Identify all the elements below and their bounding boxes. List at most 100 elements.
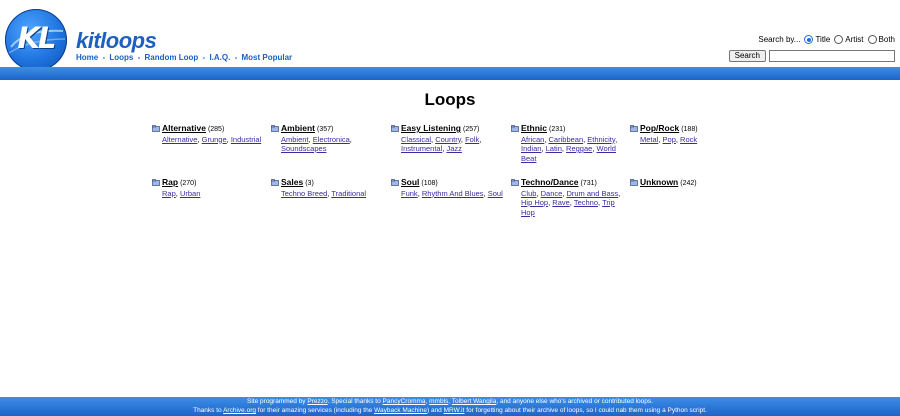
radio-title[interactable] [804, 35, 814, 44]
footer-thanks-line: Thanks to Archive.org for their amazing … [0, 406, 900, 415]
search-by-options: Search by... Title Artist Both [758, 35, 895, 44]
subgenre-link[interactable]: Ambient [281, 135, 309, 144]
subgenre-link[interactable]: Drum and Bass [566, 189, 618, 198]
subgenre-link[interactable]: Folk [465, 135, 479, 144]
folder-icon [271, 179, 279, 186]
subgenre-list: Metal, Pop, Rock [640, 134, 698, 144]
footer-text: . Special thanks to [327, 398, 383, 405]
kitloops-logo[interactable]: KL [5, 9, 67, 71]
folder-icon [152, 125, 160, 132]
subgenre-link[interactable]: Caribbean [549, 135, 584, 144]
category-heading: Soul (108) [391, 177, 503, 189]
category-link[interactable]: Pop/Rock [640, 123, 679, 133]
subgenre-list: Alternative, Grunge, Industrial [162, 134, 262, 144]
subgenre-link[interactable]: African [521, 135, 544, 144]
subgenre-link[interactable]: Rhythm And Blues [422, 189, 484, 198]
subgenre-link[interactable]: Alternative [162, 135, 197, 144]
subgenre-link[interactable]: Electronica [313, 135, 350, 144]
category-block: Pop/Rock (188) Metal, Pop, Rock [630, 123, 742, 144]
subgenre-link[interactable]: Country [435, 135, 461, 144]
category-link[interactable]: Techno/Dance [521, 177, 578, 187]
category-link[interactable]: Sales [281, 177, 303, 187]
category-block: Ethnic (231) African, Caribbean, Ethnicity… [511, 123, 623, 163]
site-header: KL kitloops Home - Loops - Random Loop -… [0, 0, 900, 82]
subgenre-link[interactable]: Pop [663, 135, 676, 144]
footer-credits-line: Site programmed by Prezzo. Special thank… [0, 397, 900, 406]
footer-link-mmbls[interactable]: mmbls [429, 398, 448, 405]
category-count: (285) [207, 126, 225, 133]
footer-link-prezzo[interactable]: Prezzo [307, 398, 327, 405]
category-heading: Ethnic (231) [511, 123, 623, 135]
category-heading: Ambient (357) [271, 123, 383, 135]
category-link[interactable]: Ambient [281, 123, 315, 133]
search-input[interactable] [769, 50, 895, 62]
nav-home[interactable]: Home [76, 53, 98, 62]
subgenre-link[interactable]: Funk [401, 189, 418, 198]
folder-icon [630, 179, 638, 186]
subgenre-link[interactable]: Soundscapes [281, 144, 326, 153]
footer-link-tolbert-wangila[interactable]: Tolbert Wangila [452, 398, 497, 405]
subgenre-link[interactable]: Industrial [231, 135, 261, 144]
nav-most-popular[interactable]: Most Popular [241, 53, 292, 62]
subgenre-link[interactable]: Reggae [566, 144, 592, 153]
category-link[interactable]: Soul [401, 177, 419, 187]
subgenre-link[interactable]: Dance [541, 189, 563, 198]
category-block: Rap (270) Rap, Urban [152, 177, 264, 198]
main-nav: Home - Loops - Random Loop - I.A.Q. - Mo… [76, 53, 292, 62]
folder-icon [391, 179, 399, 186]
subgenre-link[interactable]: Techno Breed [281, 189, 327, 198]
footer-link-wayback-machine[interactable]: Wayback Machine [374, 407, 427, 414]
subgenre-link[interactable]: Latin [546, 144, 562, 153]
category-heading: Techno/Dance (731) [511, 177, 623, 189]
category-link[interactable]: Alternative [162, 123, 206, 133]
search-button[interactable]: Search [728, 50, 766, 62]
radio-title-label: Title [815, 35, 831, 44]
subgenre-link[interactable]: Ethnicity [587, 135, 615, 144]
folder-icon [511, 125, 519, 132]
nav-loops[interactable]: Loops [109, 53, 133, 62]
subgenre-link[interactable]: Indian [521, 144, 541, 153]
radio-artist[interactable] [834, 35, 844, 44]
subgenre-link[interactable]: Rave [552, 198, 570, 207]
category-heading: Pop/Rock (188) [630, 123, 742, 135]
subgenre-link[interactable]: Urban [180, 189, 200, 198]
category-count: (242) [680, 180, 697, 187]
category-count: (188) [681, 126, 698, 133]
subgenre-link[interactable]: Instrumental [401, 144, 442, 153]
nav-random-loop[interactable]: Random Loop [145, 53, 199, 62]
subgenre-link[interactable]: Metal [640, 135, 658, 144]
site-name[interactable]: kitloops [76, 28, 157, 54]
category-link[interactable]: Rap [162, 177, 178, 187]
radio-both[interactable] [867, 35, 877, 44]
folder-icon [630, 125, 638, 132]
subgenre-link[interactable]: Soul [488, 189, 503, 198]
category-count: (3) [305, 180, 314, 187]
footer-link-pancycromma[interactable]: PancyCromma [383, 398, 426, 405]
subgenre-link[interactable]: Rap [162, 189, 176, 198]
category-link[interactable]: Unknown [640, 177, 678, 187]
subgenre-link[interactable]: Grunge [202, 135, 227, 144]
category-count: (108) [421, 180, 438, 187]
footer-link-archive-org[interactable]: Archive.org [223, 407, 256, 414]
nav-iaq[interactable]: I.A.Q. [209, 53, 230, 62]
radio-artist-label: Artist [845, 35, 864, 44]
logo-text: KL [17, 21, 57, 55]
footer-text: ) and [426, 407, 444, 414]
radio-both-option[interactable]: Both [867, 35, 895, 44]
subgenre-link[interactable]: Traditional [331, 189, 366, 198]
subgenre-link[interactable]: Rock [680, 135, 697, 144]
category-link[interactable]: Easy Listening [401, 123, 461, 133]
category-heading: Alternative (285) [152, 123, 264, 135]
search-by-label: Search by... [758, 35, 801, 44]
site-footer: Site programmed by Prezzo. Special thank… [0, 397, 900, 416]
subgenre-link[interactable]: Classical [401, 135, 431, 144]
category-link[interactable]: Ethnic [521, 123, 547, 133]
radio-title-option[interactable]: Title [804, 35, 830, 44]
subgenre-link[interactable]: Club [521, 189, 536, 198]
subgenre-link[interactable]: Jazz [446, 144, 461, 153]
footer-link-mrw-it[interactable]: MRW.it [444, 407, 465, 414]
subgenre-link[interactable]: Hip Hop [521, 198, 548, 207]
subgenre-link[interactable]: Techno [574, 198, 598, 207]
footer-text: for forgetting about their archive of lo… [464, 407, 707, 414]
radio-artist-option[interactable]: Artist [834, 35, 864, 44]
